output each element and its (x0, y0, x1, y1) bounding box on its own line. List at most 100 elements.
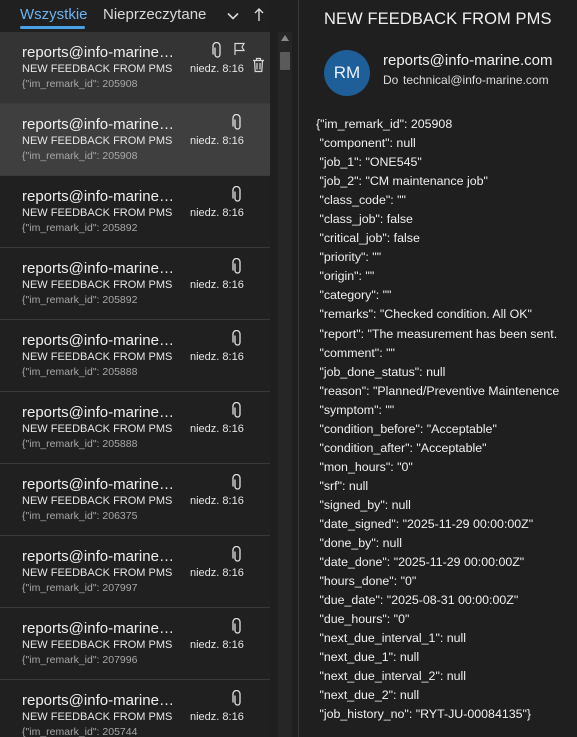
body-line: "due_hours": "0" (316, 612, 410, 627)
body-line: "job_2": "CM maintenance job" (316, 174, 488, 189)
message-preview: {"im_remark_id": 205892 (22, 222, 138, 234)
list-item[interactable]: reports@info-marine… NEW FEEDBACK FROM PM… (0, 32, 270, 104)
body-line: "mon_hours": "0" (316, 459, 413, 474)
body-line: "next_due_interval_2": null (316, 669, 467, 684)
body-line: "job_history_no": "RYT-JU-00084135"} (316, 707, 532, 722)
flag-icon[interactable] (233, 42, 247, 56)
body-line: "signed_by": null (316, 497, 411, 512)
message-preview: {"im_remark_id": 205744 (22, 726, 138, 737)
message-sender: reports@info-marine… (22, 44, 174, 61)
body-line: "srf": null (316, 478, 369, 493)
recipient-address[interactable]: technical@info-marine.com (403, 73, 549, 87)
list-item[interactable]: reports@info-marine… NEW FEEDBACK FROM PM… (0, 320, 270, 392)
body-line: "due_date": "2025-08-31 00:00:00Z" (316, 593, 519, 608)
message-preview: {"im_remark_id": 205892 (22, 294, 138, 306)
message-sender: reports@info-marine… (22, 188, 174, 205)
body-line: "category": "" (316, 288, 392, 303)
body-line: "origin": "" (316, 269, 375, 284)
list-item[interactable]: reports@info-marine… NEW FEEDBACK FROM PM… (0, 536, 270, 608)
avatar[interactable]: RM (324, 50, 370, 96)
message-subject-line: NEW FEEDBACK FROM PMS (22, 207, 173, 219)
message-date: niedz. 8:16 (190, 351, 244, 363)
list-item[interactable]: reports@info-marine… NEW FEEDBACK FROM PM… (0, 176, 270, 248)
list-item[interactable]: reports@info-marine… NEW FEEDBACK FROM PM… (0, 680, 270, 737)
message-preview: {"im_remark_id": 207997 (22, 582, 138, 594)
paperclip-icon (232, 258, 241, 274)
list-item[interactable]: reports@info-marine… NEW FEEDBACK FROM PM… (0, 608, 270, 680)
paperclip-icon (232, 474, 241, 490)
body-line: "date_done": "2025-11-29 00:00:00Z" (316, 555, 525, 570)
body-line: "symptom": "" (316, 402, 395, 417)
message-preview: {"im_remark_id": 207996 (22, 654, 138, 666)
paperclip-icon (232, 618, 241, 634)
active-tab-indicator (20, 26, 85, 29)
tab-all[interactable]: Wszystkie (20, 6, 88, 23)
message-sender: reports@info-marine… (22, 692, 174, 709)
message-date: niedz. 8:16 (190, 135, 244, 147)
message-subject-line: NEW FEEDBACK FROM PMS (22, 63, 173, 75)
chevron-down-icon[interactable] (226, 9, 240, 23)
message-subject-line: NEW FEEDBACK FROM PMS (22, 711, 173, 723)
paperclip-icon (232, 690, 241, 706)
message-date: niedz. 8:16 (190, 567, 244, 579)
message-list: reports@info-marine… NEW FEEDBACK FROM PM… (0, 32, 270, 737)
message-subject: NEW FEEDBACK FROM PMS (324, 10, 552, 28)
message-subject-line: NEW FEEDBACK FROM PMS (22, 135, 173, 147)
sender-address[interactable]: reports@info-marine.com (383, 52, 552, 69)
message-date: niedz. 8:16 (190, 207, 244, 219)
body-line: "critical_job": false (316, 231, 420, 246)
message-sender: reports@info-marine… (22, 620, 174, 637)
paperclip-icon (232, 546, 241, 562)
body-line: "condition_after": "Acceptable" (316, 440, 487, 455)
body-line: "reason": "Planned/Preventive Maintenenc… (316, 383, 560, 398)
message-subject-line: NEW FEEDBACK FROM PMS (22, 279, 173, 291)
message-date: niedz. 8:16 (190, 639, 244, 651)
message-subject-line: NEW FEEDBACK FROM PMS (22, 351, 173, 363)
body-line: "comment": "" (316, 345, 395, 360)
tab-unread[interactable]: Nieprzeczytane (103, 6, 206, 23)
message-subject-line: NEW FEEDBACK FROM PMS (22, 639, 173, 651)
list-item[interactable]: reports@info-marine… NEW FEEDBACK FROM PM… (0, 464, 270, 536)
message-subject-line: NEW FEEDBACK FROM PMS (22, 567, 173, 579)
message-sender: reports@info-marine… (22, 476, 174, 493)
message-sender: reports@info-marine… (22, 116, 174, 133)
list-item[interactable]: reports@info-marine… NEW FEEDBACK FROM PM… (0, 104, 270, 176)
sort-arrow-up-icon[interactable] (252, 7, 266, 23)
message-date: niedz. 8:16 (190, 495, 244, 507)
paperclip-icon (232, 402, 241, 418)
paperclip-icon (212, 42, 221, 58)
body-line: "class_job": false (316, 212, 413, 227)
message-subject-line: NEW FEEDBACK FROM PMS (22, 495, 173, 507)
message-date: niedz. 8:16 (190, 279, 244, 291)
message-preview: {"im_remark_id": 205908 (22, 78, 138, 90)
body-line: "priority": "" (316, 250, 382, 265)
body-line: "next_due_2": null (316, 688, 420, 703)
trash-icon[interactable] (252, 57, 265, 73)
message-sender: reports@info-marine… (22, 404, 174, 421)
body-line: "remarks": "Checked condition. All OK" (316, 307, 532, 322)
scroll-up-arrow-icon[interactable] (281, 35, 289, 41)
body-line: "job_done_status": null (316, 364, 446, 379)
message-body: {"im_remark_id": 205908 "component": nul… (316, 115, 577, 725)
message-preview: {"im_remark_id": 206375 (22, 510, 138, 522)
message-preview: {"im_remark_id": 205888 (22, 438, 138, 450)
body-line: "component": null (316, 136, 416, 151)
list-item[interactable]: reports@info-marine… NEW FEEDBACK FROM PM… (0, 248, 270, 320)
message-subject-line: NEW FEEDBACK FROM PMS (22, 423, 173, 435)
body-line: {"im_remark_id": 205908 (316, 117, 453, 131)
body-line: "class_code": "" (316, 193, 406, 208)
message-sender: reports@info-marine… (22, 332, 174, 349)
body-line: "report": "The measurement has been sent… (316, 326, 558, 341)
body-line: "done_by": null (316, 536, 402, 551)
message-sender: reports@info-marine… (22, 260, 174, 277)
body-line: "next_due_interval_1": null (316, 631, 467, 646)
body-line: "hours_done": "0" (316, 574, 417, 589)
message-list-scrollbar[interactable] (278, 32, 292, 737)
list-item[interactable]: reports@info-marine… NEW FEEDBACK FROM PM… (0, 392, 270, 464)
scrollbar-thumb[interactable] (280, 52, 290, 70)
message-date: niedz. 8:16 (190, 63, 244, 75)
body-line: "next_due_1": null (316, 650, 420, 665)
recipient-label: Do (383, 73, 399, 87)
paperclip-icon (232, 330, 241, 346)
message-list-pane: Wszystkie Nieprzeczytane reports@info-ma… (0, 0, 292, 737)
